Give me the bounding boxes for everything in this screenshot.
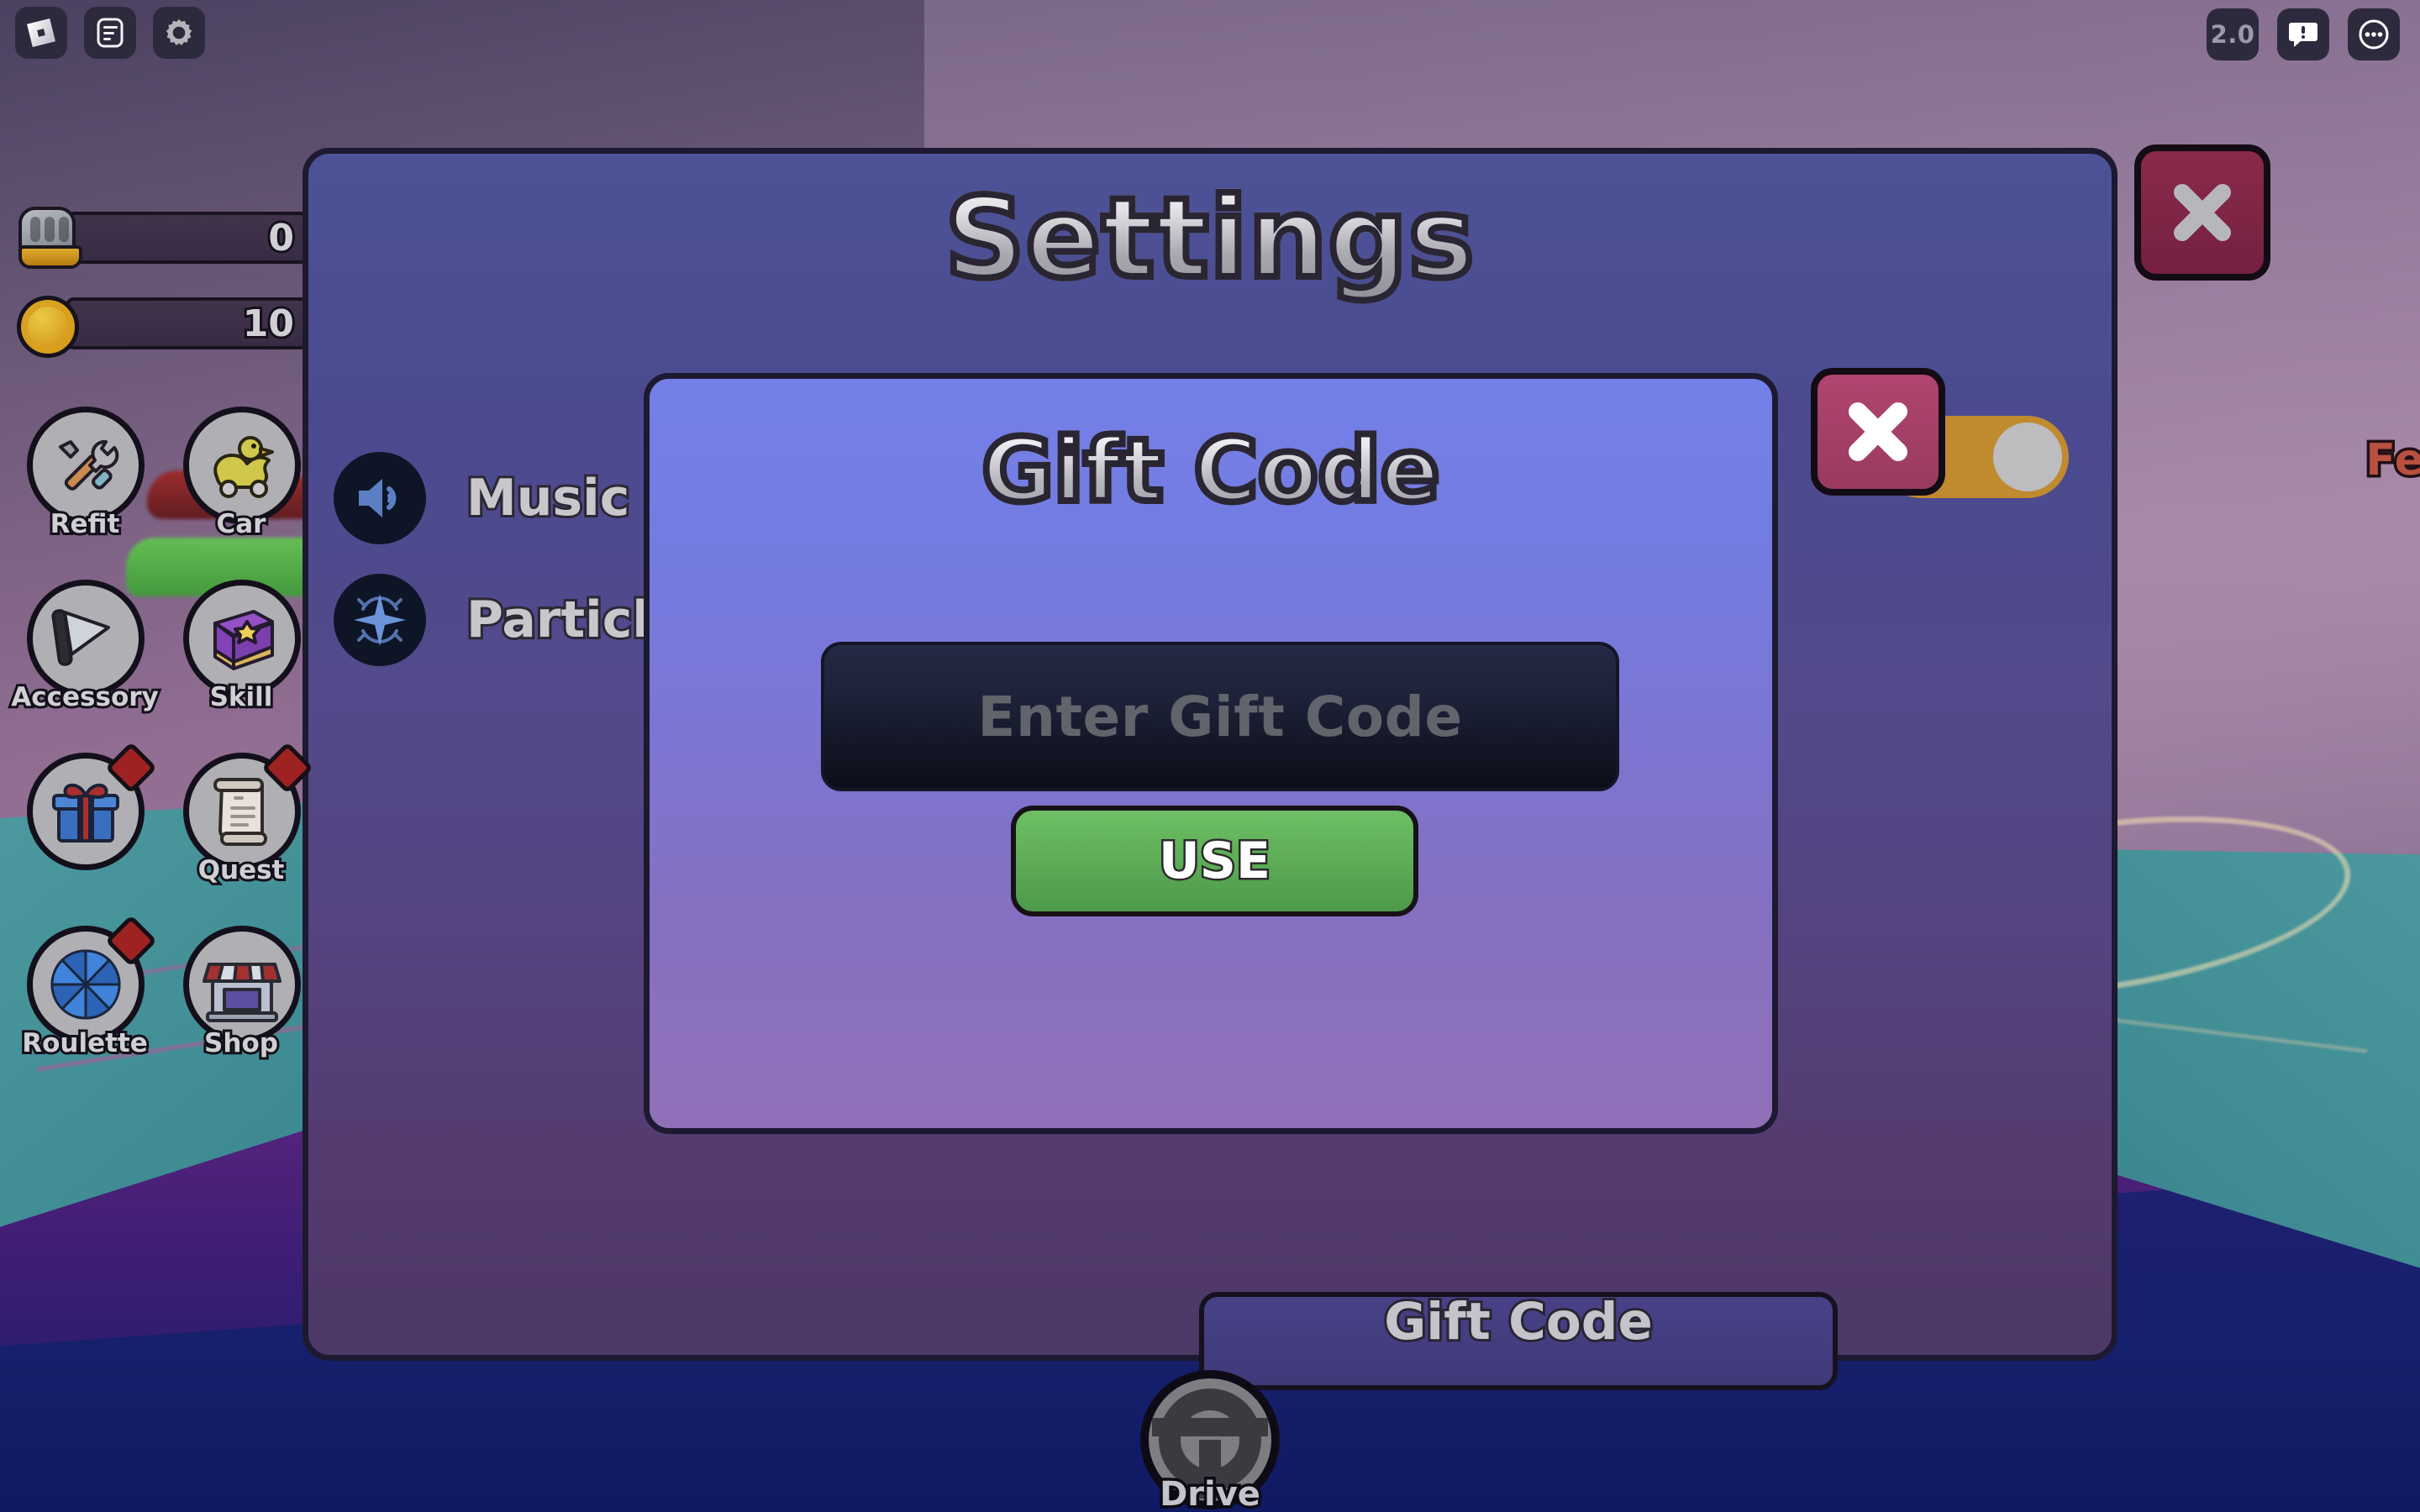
strength-bar: 0 xyxy=(66,212,309,264)
hud-button-label: Car xyxy=(214,507,269,542)
use-button[interactable]: USE xyxy=(1011,806,1418,916)
background-label: Fe xyxy=(2363,433,2420,489)
hud-button-label: Shop xyxy=(202,1026,281,1061)
speaker-icon xyxy=(334,452,426,544)
hud-button-label: Refit xyxy=(48,507,123,542)
page-title: Settings xyxy=(308,171,2112,307)
hud-stats: 0 10 xyxy=(0,202,336,373)
modal-title: Gift Code xyxy=(650,416,1772,525)
book-icon xyxy=(183,580,301,697)
hud-button-label: Skill xyxy=(208,680,276,715)
hud-button-car[interactable]: Car xyxy=(163,403,319,559)
hud-button-gift[interactable] xyxy=(7,741,163,906)
roblox-logo-icon[interactable] xyxy=(15,7,67,59)
fist-icon xyxy=(12,202,84,274)
gift-code-input[interactable]: Enter Gift Code xyxy=(821,642,1619,791)
topbar-left xyxy=(15,7,205,59)
duck-car-icon xyxy=(183,407,301,524)
toggle-knob xyxy=(1993,423,2062,491)
topbar-right: 2.0 xyxy=(2207,8,2400,60)
settings-row-label: Music xyxy=(464,466,632,530)
hud-button-roulette[interactable]: Roulette xyxy=(7,914,163,1079)
version-badge[interactable]: 2.0 xyxy=(2207,8,2259,60)
stat-row: 0 xyxy=(0,202,336,277)
stat-row: 10 xyxy=(0,287,336,363)
hud-button-label: Roulette xyxy=(19,1026,150,1061)
coins-value: 10 xyxy=(240,300,297,348)
gear-icon[interactable] xyxy=(153,7,205,59)
hud-button-label: Quest xyxy=(196,853,287,888)
use-button-label: USE xyxy=(1157,830,1273,893)
settings-row-particle: Particle xyxy=(334,574,687,666)
drive-button[interactable]: Drive xyxy=(1122,1368,1298,1512)
chat-alert-icon[interactable] xyxy=(2277,8,2329,60)
hud-button-quest[interactable]: Quest xyxy=(163,741,319,906)
tools-icon xyxy=(27,407,145,524)
gift-code-input-placeholder: Enter Gift Code xyxy=(977,684,1463,749)
sparkle-icon xyxy=(334,574,426,666)
close-icon xyxy=(2174,184,2231,241)
coin-icon xyxy=(12,287,84,360)
more-menu-icon[interactable] xyxy=(2348,8,2400,60)
hud-button-shop[interactable]: Shop xyxy=(163,922,319,1079)
cone-icon xyxy=(27,580,145,697)
hud-button-label: Accessory xyxy=(8,680,160,715)
close-icon xyxy=(1849,402,1907,461)
gift-code-modal: Gift Code Enter Gift Code USE xyxy=(644,373,1778,1134)
close-gift-modal-button[interactable] xyxy=(1811,368,1945,496)
strength-value: 0 xyxy=(266,214,297,262)
hud-button-accessory[interactable]: Accessory xyxy=(7,576,163,732)
chat-icon[interactable] xyxy=(84,7,136,59)
close-settings-button[interactable] xyxy=(2134,144,2270,281)
shop-icon xyxy=(183,926,301,1043)
coins-bar: 10 xyxy=(66,297,309,349)
gift-code-button-label: Gift Code xyxy=(1381,1289,1655,1354)
drive-label: Drive xyxy=(1157,1473,1264,1512)
hud-button-grid: Refit Car Accessory Skill Quest Roulette… xyxy=(7,403,319,1079)
settings-row-music: Music xyxy=(334,452,632,544)
hud-button-skill[interactable]: Skill xyxy=(163,576,319,732)
game-screen: Fe 2.0 0 10 Refit Car Accessory Skill Qu… xyxy=(0,0,2420,1512)
hud-button-refit[interactable]: Refit xyxy=(7,403,163,559)
version-label: 2.0 xyxy=(2210,20,2255,49)
